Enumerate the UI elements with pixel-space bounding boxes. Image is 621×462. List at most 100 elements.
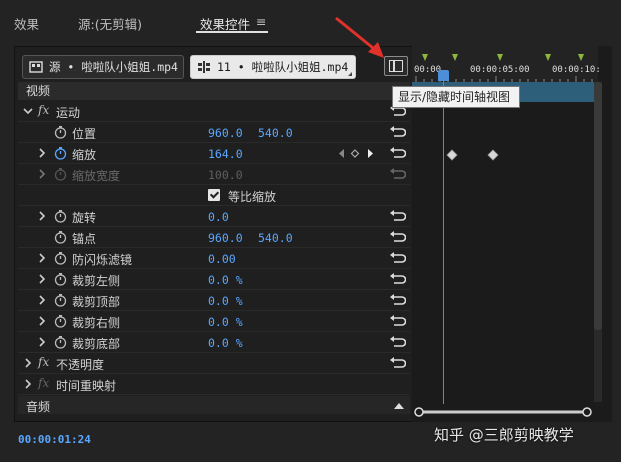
reset-icon[interactable] [390,126,406,139]
keyframe-icon[interactable] [446,149,458,161]
keyframe-nav[interactable] [336,147,380,160]
rotation-value[interactable]: 0.0 [208,210,229,224]
prop-row-anchor[interactable]: 锚点 960.0 540.0 [18,227,410,248]
crop-top-value[interactable]: 0.0 % [208,294,243,308]
uniform-scale-checkbox[interactable] [208,189,220,201]
keyframe-icon[interactable] [487,149,499,161]
chevron-right-icon[interactable] [36,336,48,348]
chevron-down-icon[interactable] [22,105,34,117]
tab-menu-icon[interactable]: ≡ [256,14,266,29]
uniform-scale-label: 等比缩放 [228,190,277,204]
keyframe-area [446,149,499,161]
prop-row-position[interactable]: 位置 960.0 540.0 [18,122,410,143]
scale-value[interactable]: 164.0 [208,147,243,161]
add-keyframe-icon[interactable] [350,149,360,158]
marker-icon [545,54,551,61]
stopwatch-icon[interactable] [54,252,67,265]
position-y-value[interactable]: 540.0 [258,126,293,140]
effect-row-motion[interactable]: fx 运动 [18,101,410,122]
anti-flicker-value[interactable]: 0.00 [208,252,236,266]
next-keyframe-icon[interactable] [368,149,373,158]
tab-source[interactable]: 源:(无剪辑) [78,14,142,33]
fx-icon: fx [38,376,50,390]
effect-row-time-remap[interactable]: fx 时间重映射 [18,374,410,395]
chevron-right-icon[interactable] [22,357,34,369]
prop-row-crop-left[interactable]: 裁剪左侧 0.0 % [18,269,410,290]
reset-icon[interactable] [390,252,406,265]
prop-name: 裁剪底部 [72,337,121,351]
reset-icon[interactable] [390,294,406,307]
collapse-up-icon[interactable] [394,402,404,409]
marker-icon [497,54,503,61]
prop-name: 位置 [72,127,97,141]
timeline-view-icon [389,60,403,72]
scale-width-value: 100.0 [208,168,243,182]
chevron-right-icon[interactable] [36,315,48,327]
prop-name: 锚点 [72,232,97,246]
reset-icon[interactable] [390,357,406,370]
stopwatch-active-icon[interactable] [54,147,67,160]
reset-icon[interactable] [390,210,406,223]
ruler-label: 00:00:05:00 [470,65,530,75]
crop-left-value[interactable]: 0.0 % [208,273,243,287]
reset-icon[interactable] [390,231,406,244]
video-section-header: 视频 [18,82,410,100]
effect-row-opacity[interactable]: fx 不透明度 [18,353,410,374]
prop-row-rotation[interactable]: 旋转 0.0 [18,206,410,227]
reset-icon[interactable] [390,315,406,328]
chevron-right-icon[interactable] [36,252,48,264]
prop-row-scale-width: 缩放宽度 100.0 [18,164,410,185]
ruler-label: 00:00:10: [552,65,601,75]
fx-icon[interactable]: fx [38,355,49,369]
audio-label: 音频 [26,400,51,414]
sequence-clip-label: 11 • 啦啦队小姐姐.mp4 [217,60,349,74]
chevron-right-icon[interactable] [22,378,34,390]
stopwatch-icon[interactable] [54,126,67,139]
chevron-right-icon[interactable] [36,273,48,285]
dropdown-corner-icon [348,72,352,76]
prop-row-crop-top[interactable]: 裁剪顶部 0.0 % [18,290,410,311]
stopwatch-icon[interactable] [54,315,67,328]
prop-name: 裁剪右侧 [72,316,121,330]
stopwatch-icon[interactable] [54,231,67,244]
prop-name: 裁剪左侧 [72,274,121,288]
marker-icon [452,54,458,61]
prop-row-scale[interactable]: 缩放 164.0 [18,143,410,164]
position-x-value[interactable]: 960.0 [208,126,243,140]
crop-right-value[interactable]: 0.0 % [208,315,243,329]
anchor-y-value[interactable]: 540.0 [258,231,293,245]
stopwatch-icon[interactable] [54,210,67,223]
reset-icon[interactable] [390,273,406,286]
marker-icon [578,54,584,61]
prop-row-crop-right[interactable]: 裁剪右侧 0.0 % [18,311,410,332]
prop-row-uniform-scale[interactable]: 等比缩放 [18,185,410,206]
anchor-x-value[interactable]: 960.0 [208,231,243,245]
panel-tab-bar: 效果 源:(无剪辑) 效果控件 ≡ [0,0,621,42]
annotation-arrow [335,16,384,58]
prev-keyframe-icon[interactable] [339,149,344,158]
playhead-handle[interactable] [438,70,449,81]
stopwatch-icon[interactable] [54,294,67,307]
chevron-right-icon[interactable] [36,147,48,159]
effect-name: 不透明度 [56,358,105,372]
chevron-right-icon [39,169,46,179]
reset-icon[interactable] [390,147,406,160]
reset-icon [390,168,406,179]
audio-section-header[interactable]: 音频 [18,396,410,414]
prop-name: 裁剪顶部 [72,295,121,309]
horizontal-zoom-scrollbar[interactable] [414,407,592,417]
fx-icon[interactable]: fx [38,103,49,117]
stopwatch-icon[interactable] [54,273,67,286]
source-clip-button[interactable]: 源 • 啦啦队小姐姐.mp4 [22,55,184,79]
prop-row-crop-bottom[interactable]: 裁剪底部 0.0 % [18,332,410,353]
stopwatch-icon[interactable] [54,336,67,349]
chevron-right-icon[interactable] [36,210,48,222]
chevron-right-icon[interactable] [36,294,48,306]
prop-row-anti-flicker[interactable]: 防闪烁滤镜 0.00 [18,248,410,269]
stopwatch-icon [54,168,67,181]
crop-bottom-value[interactable]: 0.0 % [208,336,243,350]
playhead-line[interactable] [443,72,444,404]
tab-effects[interactable]: 效果 [14,14,39,33]
reset-icon[interactable] [390,336,406,349]
current-timecode[interactable]: 00:00:01:24 [18,433,91,446]
